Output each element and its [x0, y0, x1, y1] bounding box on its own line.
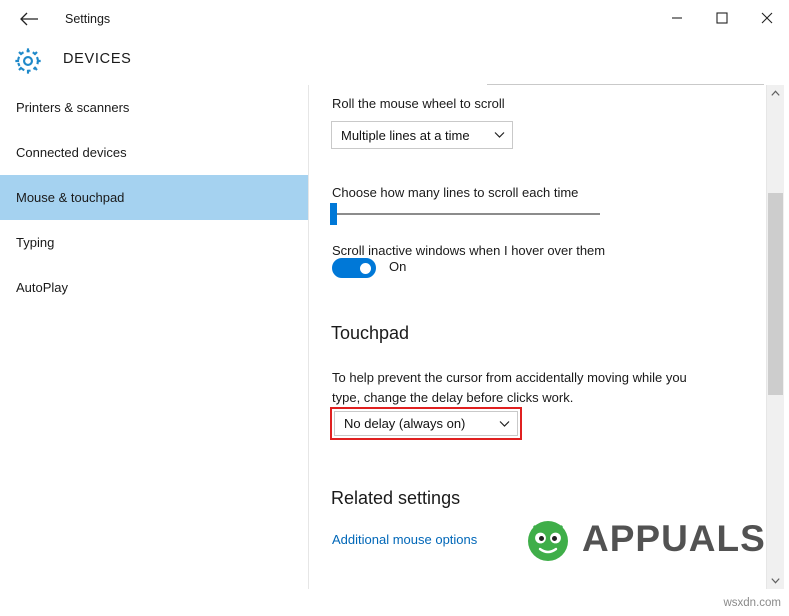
touchpad-description-line2: type, change the delay before clicks wor… — [332, 390, 574, 405]
sidebar-item-label: Typing — [16, 235, 55, 250]
touchpad-section-title: Touchpad — [331, 323, 410, 343]
scroll-lines-slider-thumb[interactable] — [330, 203, 337, 225]
sidebar-item-label: Printers & scanners — [16, 100, 130, 115]
page-title: DEVICES — [63, 51, 132, 67]
mouse-wheel-dropdown[interactable]: Multiple lines at a time — [331, 121, 513, 149]
window-controls — [654, 0, 789, 36]
page-header: DEVICES — [0, 37, 789, 111]
appuals-brand-text: APPUALS — [582, 518, 766, 559]
maximize-button[interactable] — [699, 0, 744, 36]
sidebar-item-autoplay[interactable]: AutoPlay — [0, 265, 308, 310]
sidebar-item-typing[interactable]: Typing — [0, 220, 308, 265]
mouse-wheel-label: Roll the mouse wheel to scroll — [332, 96, 505, 111]
related-settings-title: Related settings — [331, 488, 461, 508]
back-arrow-icon — [20, 12, 38, 26]
minimize-button[interactable] — [654, 0, 699, 36]
window-bottom-strip — [0, 589, 789, 616]
content-scrollbar[interactable] — [766, 85, 784, 589]
appuals-watermark: APPUALS — [520, 508, 765, 576]
sidebar: Printers & scanners Connected devices Mo… — [0, 85, 309, 589]
close-icon — [761, 12, 772, 24]
scrollbar-thumb[interactable] — [768, 193, 783, 395]
window-title: Settings — [65, 12, 111, 26]
sidebar-item-label: Mouse & touchpad — [16, 190, 125, 205]
sidebar-item-printers-scanners[interactable]: Printers & scanners — [0, 85, 308, 130]
mouse-wheel-dropdown-value: Multiple lines at a time — [341, 127, 470, 143]
appuals-mascot-icon — [520, 511, 576, 567]
sidebar-item-connected-devices[interactable]: Connected devices — [0, 130, 308, 175]
chevron-down-icon — [486, 131, 512, 139]
toggle-knob — [360, 263, 371, 274]
scroll-down-arrow-icon[interactable] — [767, 572, 784, 589]
source-url-watermark: wsxdn.com — [723, 597, 781, 609]
inactive-scroll-state: On — [389, 259, 407, 274]
additional-mouse-options-link[interactable]: Additional mouse options — [332, 532, 477, 547]
scroll-up-arrow-icon[interactable] — [767, 85, 784, 102]
scroll-lines-slider-track[interactable] — [332, 213, 600, 215]
inactive-scroll-toggle[interactable] — [332, 258, 376, 278]
sidebar-item-label: AutoPlay — [16, 280, 69, 295]
close-button[interactable] — [744, 0, 789, 36]
highlight-annotation — [330, 407, 522, 440]
sidebar-item-label: Connected devices — [16, 145, 127, 160]
settings-window: Settings DEVICES Find a setting Printers… — [0, 0, 789, 616]
back-button[interactable] — [8, 5, 52, 33]
inactive-scroll-label: Scroll inactive windows when I hover ove… — [332, 243, 606, 258]
sidebar-item-mouse-touchpad[interactable]: Mouse & touchpad — [0, 175, 308, 220]
maximize-icon — [715, 12, 728, 24]
title-bar: Settings — [0, 0, 789, 38]
scroll-lines-label: Choose how many lines to scroll each tim… — [332, 185, 579, 200]
touchpad-description-line1: To help prevent the cursor from accident… — [332, 370, 687, 385]
minimize-icon — [671, 17, 682, 19]
gear-icon — [13, 46, 43, 76]
